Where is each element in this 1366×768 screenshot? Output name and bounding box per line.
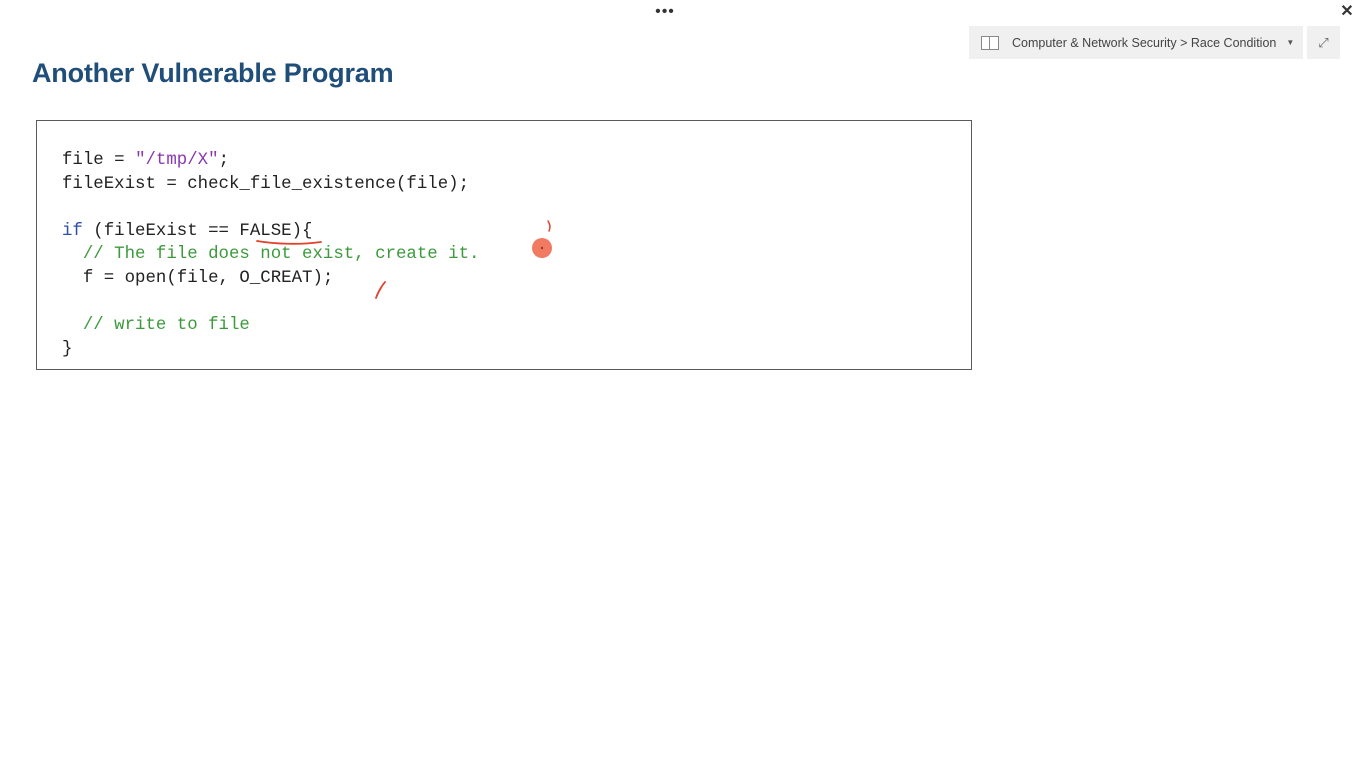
ink-annotations [256, 220, 552, 299]
slide-page: ••• ✕ Computer & Network Security > Race… [0, 0, 1366, 768]
expand-button[interactable]: ⤢ [1307, 26, 1340, 59]
code-line-2: fileExist = check_file_existence(file); [62, 174, 470, 194]
code-line-6: f = open(file, O_CREAT); [62, 268, 334, 288]
breadcrumb-text: Computer & Network Security > Race Condi… [1012, 35, 1277, 50]
close-button[interactable]: ✕ [1336, 0, 1358, 24]
chevron-down-icon[interactable]: ▼ [1286, 38, 1294, 47]
code-line-4: if (fileExist == FALSE){ [62, 220, 479, 244]
code-line-8: // write to file [62, 316, 250, 336]
code-line-1: file = "/tmp/X"; [62, 149, 479, 173]
code-text: file = [62, 151, 136, 170]
code-box: file = "/tmp/X"; fileExist = check_file_e… [36, 120, 972, 370]
more-options-button[interactable]: ••• [648, 0, 682, 24]
page-title: Another Vulnerable Program [32, 58, 394, 88]
code-block: file = "/tmp/X"; fileExist = check_file_e… [62, 149, 479, 361]
breadcrumb[interactable]: Computer & Network Security > Race Condi… [969, 26, 1303, 59]
code-line-5: // The file does not exist, create it. [62, 245, 480, 265]
code-keyword: if [62, 221, 83, 241]
code-text: (fileExist == FALSE){ [82, 221, 313, 241]
code-line-9: } [62, 339, 73, 359]
notebook-icon [981, 35, 999, 50]
code-text: ; [218, 151, 229, 170]
code-string: "/tmp/X" [135, 151, 219, 170]
